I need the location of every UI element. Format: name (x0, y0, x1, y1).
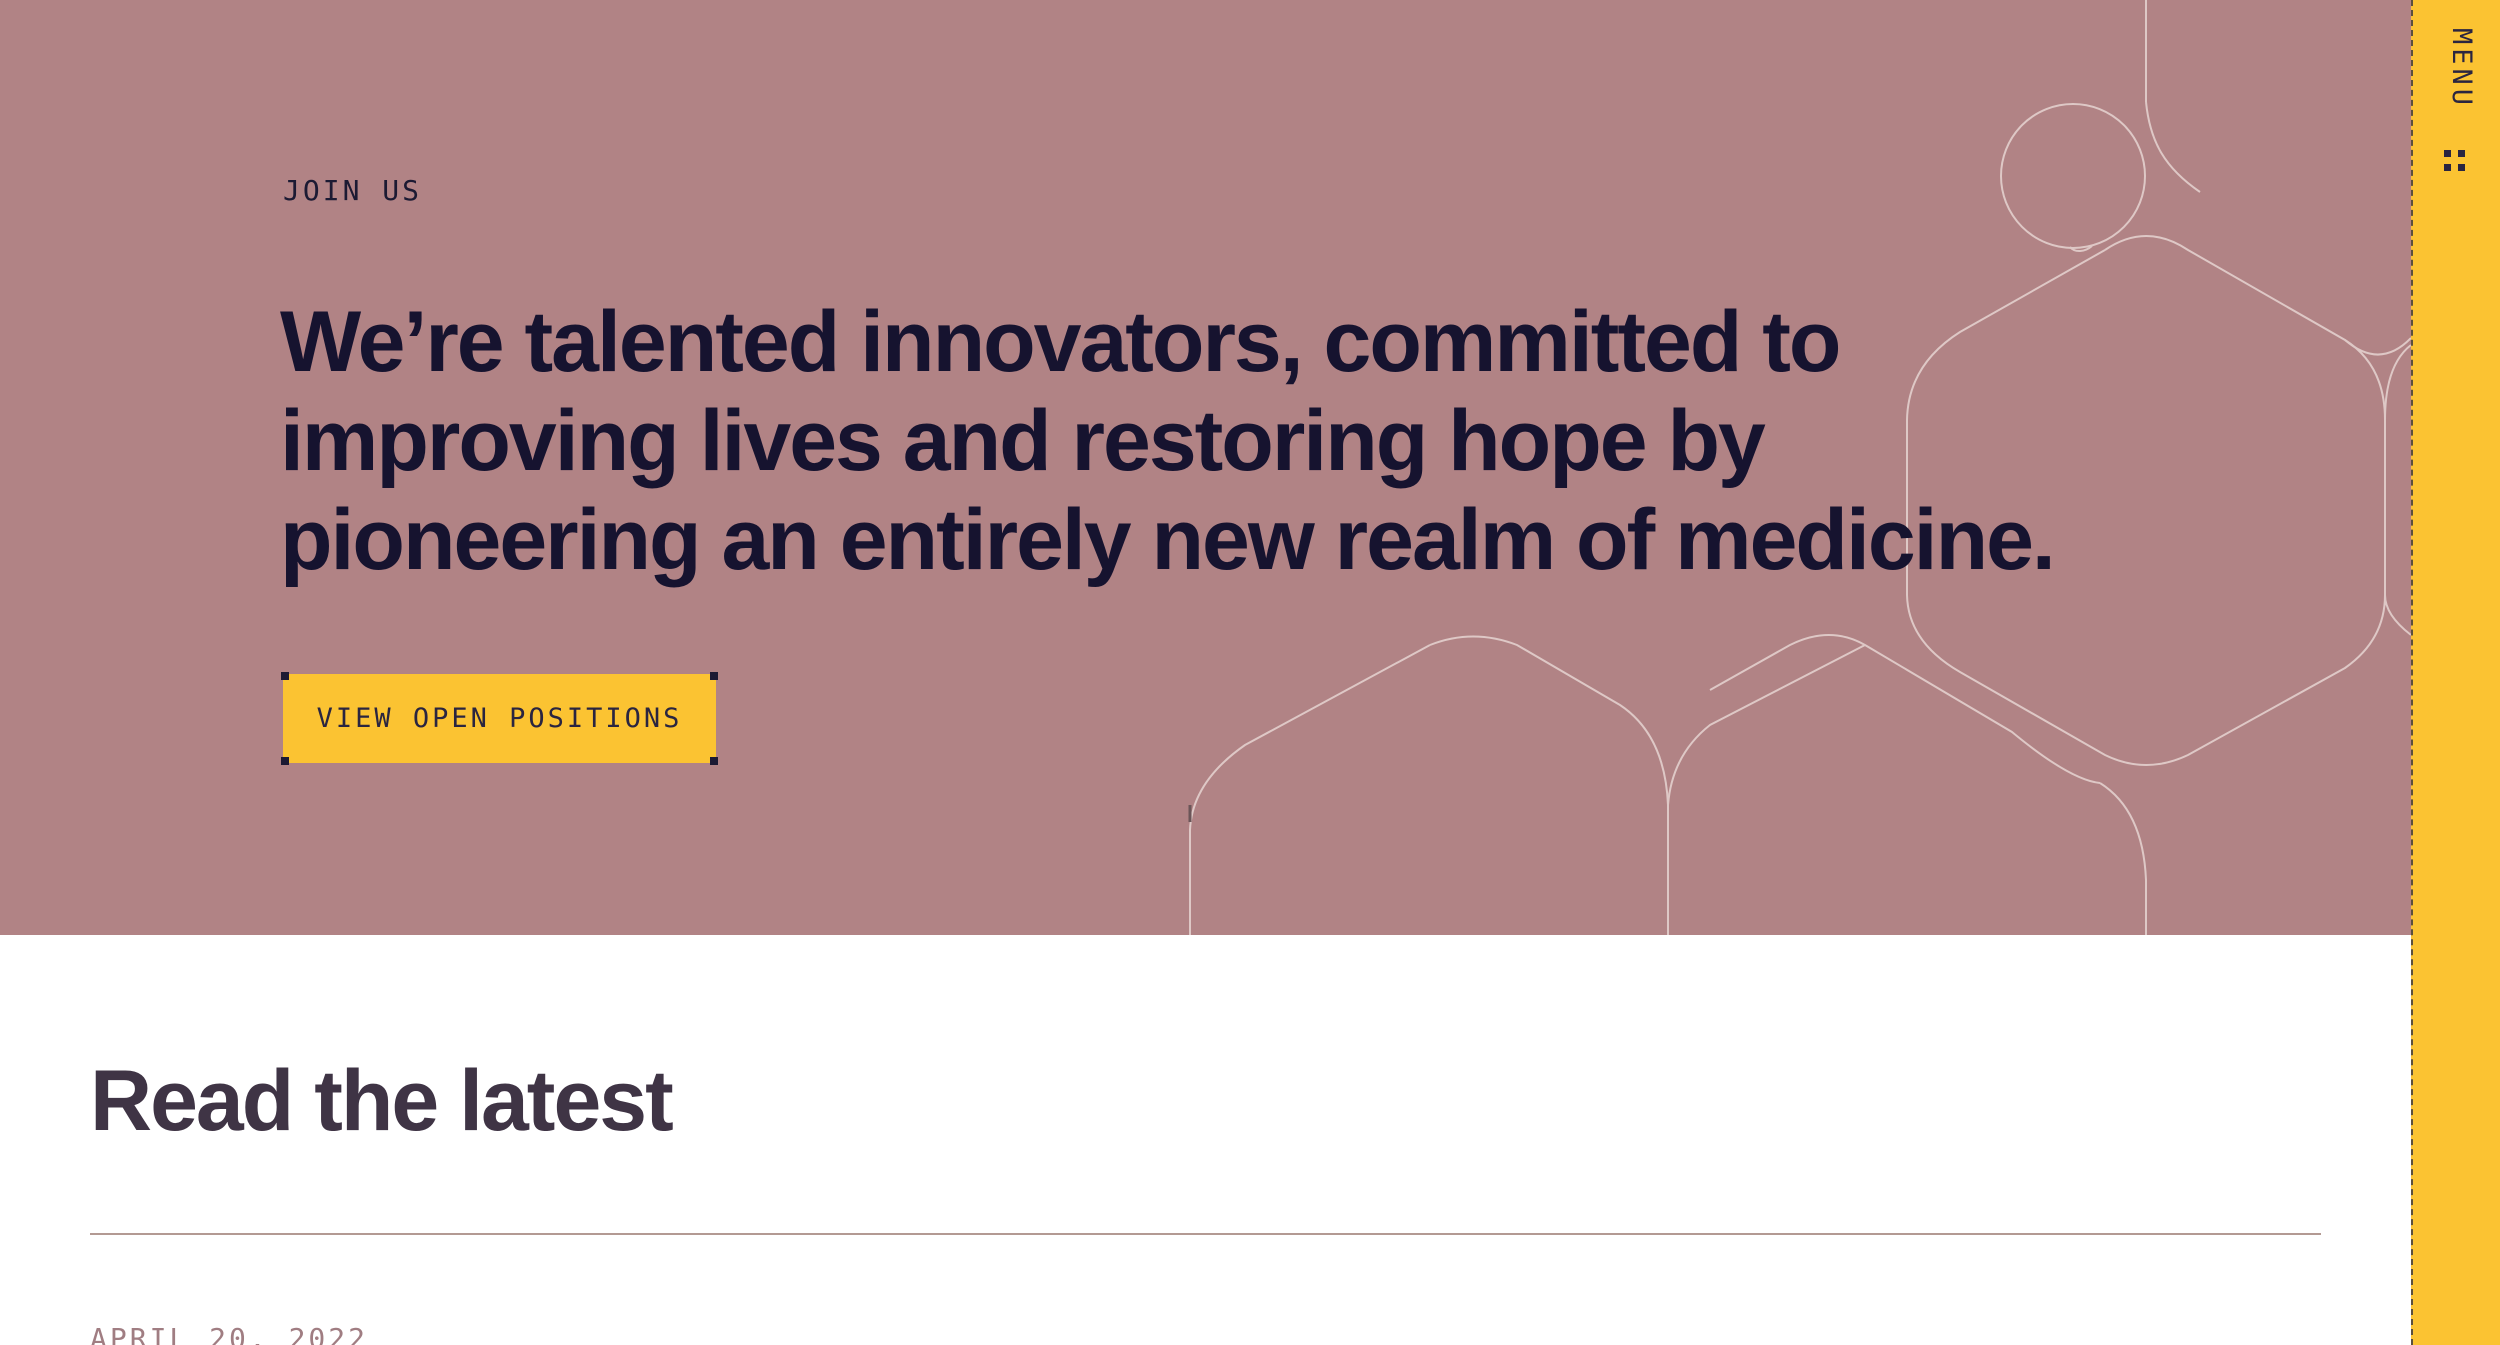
read-the-latest-heading: Read the latest (90, 1053, 674, 1149)
menu-sidebar (2411, 0, 2500, 1345)
menu-button[interactable]: MENU (2433, 28, 2477, 109)
corner-mark (281, 672, 289, 680)
section-divider (90, 1233, 2321, 1235)
corner-mark (710, 672, 718, 680)
hero-headline: We’re talented innovators, committed to … (280, 294, 2056, 588)
corner-mark (710, 757, 718, 765)
hero-section: JOIN US We’re talented innovators, commi… (0, 0, 2411, 935)
cta-label: VIEW OPEN POSITIONS (316, 703, 683, 734)
grid-icon[interactable] (2444, 150, 2466, 172)
corner-mark (281, 757, 289, 765)
post-date: APRIL 20, 2022 (90, 1322, 369, 1345)
view-open-positions-button[interactable]: VIEW OPEN POSITIONS (281, 672, 718, 765)
join-us-eyebrow: JOIN US (283, 174, 423, 207)
